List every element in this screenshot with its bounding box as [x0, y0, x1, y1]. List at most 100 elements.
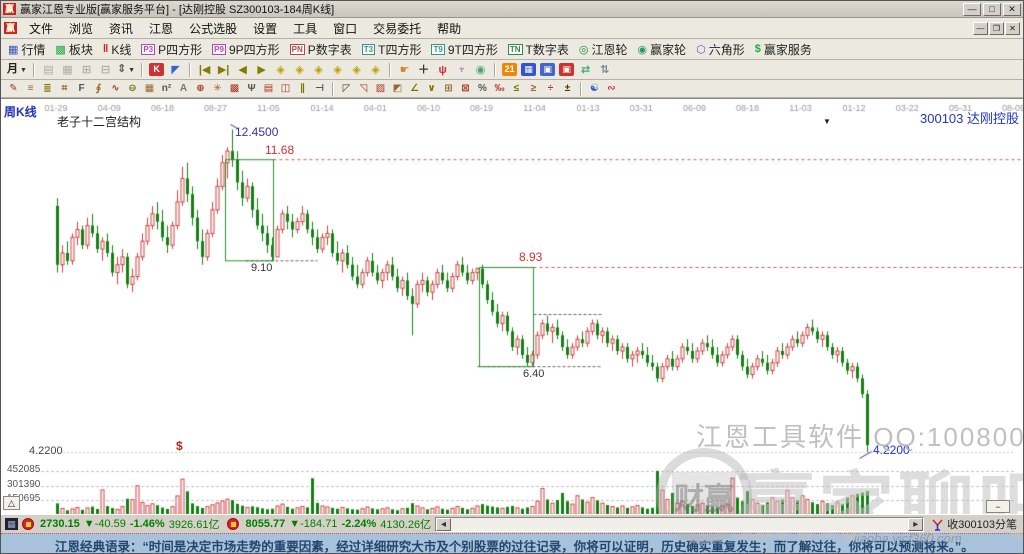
menu-item-browse[interactable]: 浏览: [61, 18, 101, 39]
draw-tool-0-3[interactable]: ⌗: [57, 81, 72, 97]
toolbar-button-9p-square[interactable]: P9 9P四方形: [209, 40, 282, 59]
toolbar-button-quotes[interactable]: ▦ 行情: [5, 40, 48, 59]
minimize-button[interactable]: —: [963, 2, 981, 16]
tb2-page-left[interactable]: ◀: [234, 62, 251, 78]
draw-tool-0-11[interactable]: ⊕: [193, 81, 208, 97]
kline-chart-canvas[interactable]: [1, 99, 1023, 515]
toolbar-button-hexagon[interactable]: ⬡ 六角形: [693, 40, 748, 59]
tb2-tag-tool[interactable]: ♆: [453, 62, 470, 78]
tb2-gann-nav-2[interactable]: ◈: [291, 62, 308, 78]
tb2-save-view-button[interactable]: ▣: [540, 63, 556, 76]
draw-tool-1-5[interactable]: ∨: [424, 81, 439, 97]
draw-tool-1-0[interactable]: ◸: [339, 81, 354, 97]
tick-feed-label[interactable]: 收300103分笔: [947, 516, 1017, 532]
draw-tool-0-16[interactable]: ◫: [278, 81, 293, 97]
tb2-lasso-tool[interactable]: ψ: [434, 62, 451, 78]
tb2-calculator-button[interactable]: ▦: [521, 63, 537, 76]
tb2-save-button[interactable]: ▣: [559, 63, 575, 76]
menu-item-settings[interactable]: 设置: [245, 18, 285, 39]
mdi-minimize-button[interactable]: —: [973, 21, 988, 35]
tb2-gann-nav-1[interactable]: ◈: [272, 62, 289, 78]
toolbar-button-winner-service[interactable]: $ 赢家服务: [752, 40, 815, 59]
structure-dropdown-caret[interactable]: ▼: [823, 117, 831, 126]
tb2-data-update-button[interactable]: ⇅: [596, 62, 613, 78]
draw-tool-0-17[interactable]: ∥: [295, 81, 310, 97]
toolbar-button-t-number-table[interactable]: TN T数字表: [505, 40, 572, 59]
scroll-right-button[interactable]: ▸: [908, 517, 924, 531]
draw-tool-2-1[interactable]: ∾: [604, 81, 619, 97]
toolbar-button-p-square[interactable]: P3 P四方形: [138, 40, 205, 59]
draw-tool-1-2[interactable]: ▨: [373, 81, 388, 97]
tb2-layout-1[interactable]: ▤: [40, 62, 57, 78]
tb2-last-page[interactable]: ▶|: [215, 62, 232, 78]
tb2-gann-nav-3[interactable]: ◈: [310, 62, 327, 78]
draw-tool-0-6[interactable]: ∿: [108, 81, 123, 97]
toolbar-button-kline[interactable]: ‖ K线: [100, 40, 135, 59]
tb2-gann-nav-4[interactable]: ◈: [329, 62, 346, 78]
menu-item-formula-pick[interactable]: 公式选股: [181, 18, 245, 39]
draw-tool-0-15[interactable]: ▤: [261, 81, 276, 97]
tb2-updown-scale[interactable]: ⇕ ▼: [116, 61, 136, 79]
toolbar-button-p-number-table[interactable]: PN P数字表: [287, 40, 355, 59]
draw-tool-0-7[interactable]: ⊖: [125, 81, 140, 97]
chart-horizontal-scrollbar[interactable]: ◂ ▸: [435, 516, 925, 532]
menu-item-window[interactable]: 窗口: [325, 18, 365, 39]
draw-tool-1-13[interactable]: ±: [560, 81, 575, 97]
toolbar-button-t-square[interactable]: T3 T四方形: [359, 40, 425, 59]
mdi-close-button[interactable]: ✕: [1005, 21, 1020, 35]
tb2-layout-2[interactable]: ▦: [59, 62, 76, 78]
draw-tool-0-4[interactable]: F: [74, 81, 89, 97]
tb2-layout-3[interactable]: ⊞: [78, 62, 95, 78]
mdi-restore-button[interactable]: ❐: [989, 21, 1004, 35]
draw-tool-0-0[interactable]: ✎: [6, 81, 21, 97]
tb2-gann-nav-5[interactable]: ◈: [348, 62, 365, 78]
tb2-period-dropdown[interactable]: 月 ▼: [6, 61, 28, 79]
draw-tool-0-18[interactable]: ⊣: [312, 81, 327, 97]
toolbar-button-sectors[interactable]: ▩ 板块: [52, 40, 95, 59]
draw-tool-0-2[interactable]: ≣: [40, 81, 55, 97]
tb2-data-transfer-button[interactable]: ⇄: [577, 62, 594, 78]
draw-tool-2-0[interactable]: ☯: [587, 81, 602, 97]
draw-tool-1-7[interactable]: ⊠: [458, 81, 473, 97]
tb2-first-page[interactable]: |◀: [196, 62, 213, 78]
toolbar-button-winner-wheel[interactable]: ◉ 赢家轮: [634, 40, 689, 59]
tb2-circle-tool[interactable]: ◉: [472, 62, 489, 78]
quote-grid-icon[interactable]: ▦: [5, 518, 18, 530]
draw-tool-1-8[interactable]: %: [475, 81, 490, 97]
draw-tool-1-3[interactable]: ◩: [390, 81, 405, 97]
toolbar-button-gann-wheel[interactable]: ◎ 江恩轮: [576, 40, 631, 59]
shanghai-index-icon[interactable]: [22, 518, 34, 530]
draw-tool-0-1[interactable]: ≡: [23, 81, 38, 97]
menu-item-news[interactable]: 资讯: [101, 18, 141, 39]
draw-tool-1-9[interactable]: ‰: [492, 81, 507, 97]
draw-tool-0-13[interactable]: ▩: [227, 81, 242, 97]
menu-item-trade-entrust[interactable]: 交易委托: [365, 18, 429, 39]
tb2-page-right[interactable]: ▶: [253, 62, 270, 78]
draw-tool-1-4[interactable]: ∠: [407, 81, 422, 97]
draw-tool-1-6[interactable]: ⊞: [441, 81, 456, 97]
draw-tool-0-5[interactable]: ∮: [91, 81, 106, 97]
tb2-crosshair-tool[interactable]: ＋: [415, 62, 432, 78]
draw-tool-0-10[interactable]: A: [176, 81, 191, 97]
tb2-layout-4[interactable]: ⊟: [97, 62, 114, 78]
tb2-kline-style[interactable]: K: [149, 63, 165, 76]
menu-item-gann[interactable]: 江恩: [141, 18, 181, 39]
draw-tool-0-8[interactable]: ▦: [142, 81, 157, 97]
tb2-calendar-button[interactable]: 21: [502, 63, 518, 76]
scroll-left-button[interactable]: ◂: [436, 517, 452, 531]
draw-tool-1-11[interactable]: ≥: [526, 81, 541, 97]
draw-tool-0-12[interactable]: ✳: [210, 81, 225, 97]
toolbar-button-9t-square[interactable]: T9 9T四方形: [428, 40, 500, 59]
draw-tool-1-12[interactable]: ÷: [543, 81, 558, 97]
draw-tool-1-10[interactable]: ≤: [509, 81, 524, 97]
tb2-pan-tool[interactable]: ☛: [396, 62, 413, 78]
tb2-color-chart[interactable]: ◤: [167, 62, 184, 78]
volume-pane-expand-button[interactable]: △: [3, 496, 20, 510]
menu-item-help[interactable]: 帮助: [429, 18, 469, 39]
draw-tool-0-9[interactable]: n²: [159, 81, 174, 97]
close-button[interactable]: ✕: [1003, 2, 1021, 16]
tb2-gann-nav-6[interactable]: ◈: [367, 62, 384, 78]
shenzhen-index-icon[interactable]: [227, 518, 240, 530]
draw-tool-1-1[interactable]: ◹: [356, 81, 371, 97]
draw-tool-0-14[interactable]: Ψ: [244, 81, 259, 97]
